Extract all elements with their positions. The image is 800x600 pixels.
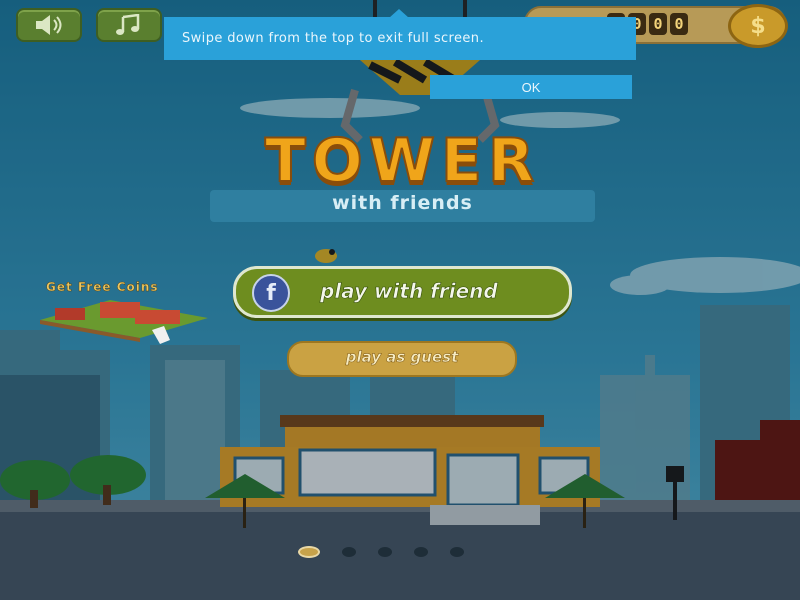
toast-message: Swipe down from the top to exit full scr… [182,31,484,46]
page-dot-active[interactable] [298,546,320,558]
fullscreen-toast: Swipe down from the top to exit full scr… [164,17,636,60]
page-indicator [298,546,464,558]
coin-digit: 0 [670,13,688,35]
play-with-friend-button[interactable]: f play with friend [233,266,572,318]
play-with-friend-label: play with friend [320,279,498,304]
ok-button[interactable]: OK [430,75,632,99]
coin-digit: 0 [649,13,667,35]
logo-title: TOWER [264,126,541,196]
coin-icon[interactable]: $ [728,4,788,48]
music-note-icon [116,14,140,35]
sound-toggle-button[interactable] [16,8,82,42]
bird [315,249,337,263]
speaker-icon [36,15,62,35]
get-free-coins-button[interactable]: Get Free Coins [40,280,210,350]
house-island-icon [40,300,208,344]
page-dot[interactable] [342,547,356,557]
music-toggle-button[interactable] [96,8,162,42]
game-logo: TOWER [205,126,600,196]
page-dot[interactable] [450,547,464,557]
page-dot[interactable] [414,547,428,557]
facebook-icon: f [252,274,290,312]
logo-subtitle: with friends [332,192,473,214]
play-as-guest-button[interactable]: play as guest [287,341,517,377]
play-as-guest-label: play as guest [345,348,459,367]
page-dot[interactable] [378,547,392,557]
logo-ribbon: with friends [210,190,595,222]
